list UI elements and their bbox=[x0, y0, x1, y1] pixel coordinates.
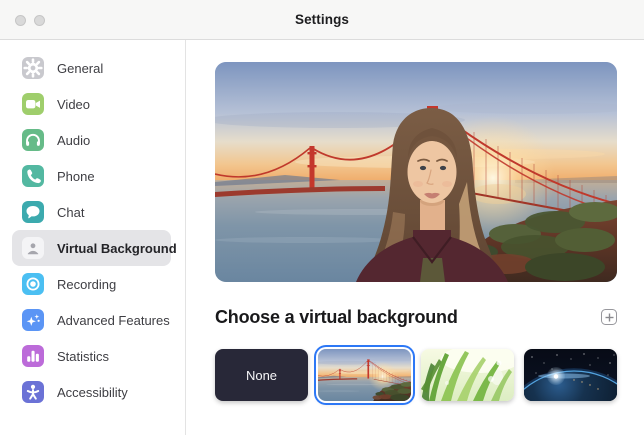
thumbnail-none[interactable]: None bbox=[215, 349, 308, 401]
sidebar-item-video[interactable]: Video bbox=[12, 86, 171, 122]
add-background-button[interactable] bbox=[601, 309, 617, 325]
sidebar-item-chat[interactable]: Chat bbox=[12, 194, 171, 230]
window-title: Settings bbox=[295, 12, 349, 27]
sidebar-item-virtual-background[interactable]: Virtual Background bbox=[12, 230, 171, 266]
sidebar-item-general[interactable]: General bbox=[12, 50, 171, 86]
sidebar-item-label: Video bbox=[57, 97, 90, 112]
golden-gate-thumbnail-image bbox=[318, 349, 411, 401]
thumbnail-grass[interactable] bbox=[421, 349, 514, 401]
plus-icon bbox=[605, 313, 614, 322]
minimize-button[interactable] bbox=[34, 15, 45, 26]
close-button[interactable] bbox=[15, 15, 26, 26]
sidebar-item-label: Statistics bbox=[57, 349, 109, 364]
settings-window: Settings General bbox=[0, 0, 644, 435]
sidebar-item-label: Accessibility bbox=[57, 385, 128, 400]
none-label: None bbox=[246, 368, 277, 383]
title-bar: Settings bbox=[0, 0, 644, 40]
sidebar-item-label: Audio bbox=[57, 133, 90, 148]
sidebar-item-phone[interactable]: Phone bbox=[12, 158, 171, 194]
grass-thumbnail-image bbox=[421, 349, 514, 401]
sidebar-item-label: Virtual Background bbox=[57, 241, 177, 256]
sidebar-item-statistics[interactable]: Statistics bbox=[12, 338, 171, 374]
record-icon bbox=[22, 273, 44, 295]
video-camera-icon bbox=[22, 93, 44, 115]
sidebar-item-recording[interactable]: Recording bbox=[12, 266, 171, 302]
page-title: Choose a virtual background bbox=[215, 307, 458, 328]
sidebar-item-label: Recording bbox=[57, 277, 116, 292]
virtual-background-panel: Choose a virtual background None bbox=[186, 40, 644, 435]
headphones-icon bbox=[22, 129, 44, 151]
camera-preview bbox=[215, 62, 617, 282]
traffic-lights bbox=[15, 0, 45, 40]
preview-image bbox=[215, 62, 617, 282]
sidebar-item-accessibility[interactable]: Accessibility bbox=[12, 374, 171, 410]
phone-icon bbox=[22, 165, 44, 187]
sidebar-item-label: Advanced Features bbox=[57, 313, 170, 328]
sparkles-icon bbox=[22, 309, 44, 331]
settings-sidebar: General Video bbox=[0, 40, 186, 435]
gear-icon bbox=[22, 57, 44, 79]
sidebar-item-label: General bbox=[57, 61, 103, 76]
background-thumbnails: None bbox=[215, 349, 617, 401]
bar-chart-icon bbox=[22, 345, 44, 367]
accessibility-icon bbox=[22, 381, 44, 403]
sidebar-item-label: Chat bbox=[57, 205, 84, 220]
sidebar-item-advanced-features[interactable]: Advanced Features bbox=[12, 302, 171, 338]
portrait-icon bbox=[22, 237, 44, 259]
thumbnail-earth[interactable] bbox=[524, 349, 617, 401]
earth-thumbnail-image bbox=[524, 349, 617, 401]
sidebar-item-label: Phone bbox=[57, 169, 95, 184]
sidebar-item-audio[interactable]: Audio bbox=[12, 122, 171, 158]
chat-bubble-icon bbox=[22, 201, 44, 223]
thumbnail-golden-gate-bridge[interactable] bbox=[318, 349, 411, 401]
